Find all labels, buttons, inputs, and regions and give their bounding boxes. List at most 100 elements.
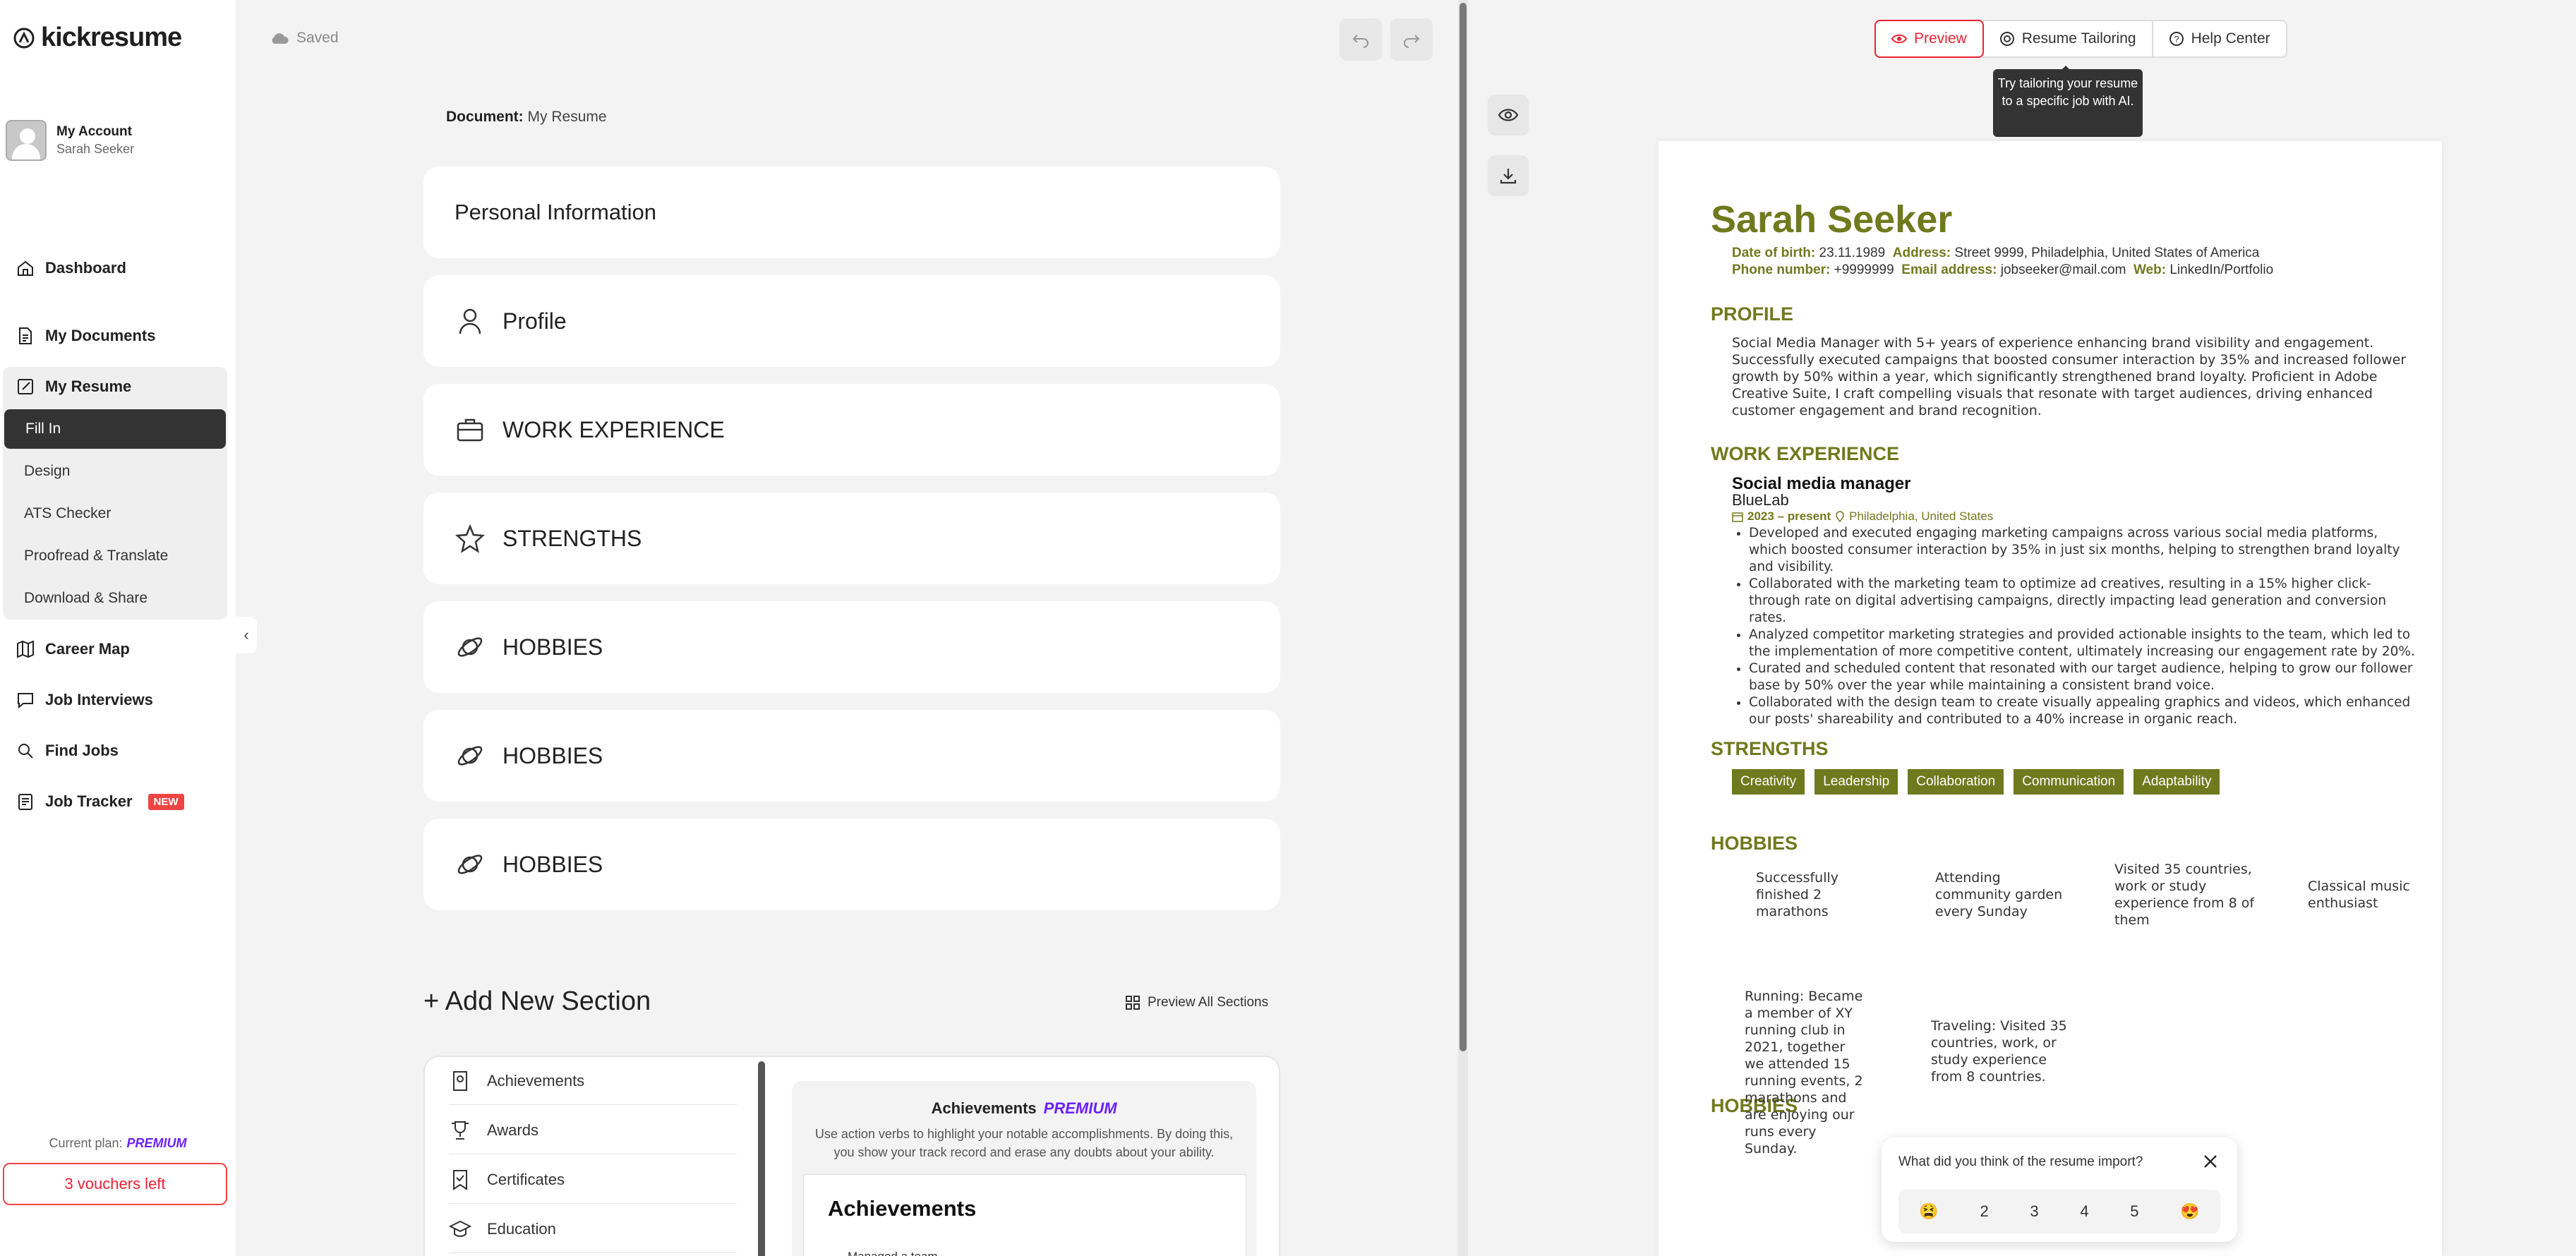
library-section-preview: Achievements PREMIUM Use action verbs to … [792, 1081, 1256, 1256]
rating-1-button[interactable]: 😫 [1919, 1202, 1938, 1221]
section-hobbies-2[interactable]: HOBBIES [423, 710, 1280, 802]
help-icon: ? [2169, 32, 2184, 46]
search-icon [18, 744, 33, 759]
rating-4-button[interactable]: 4 [2080, 1202, 2088, 1221]
email-label: Email address: [1901, 262, 1997, 277]
saved-label: Saved [296, 30, 339, 46]
premium-badge: PREMIUM [1043, 1099, 1117, 1117]
nav-career-map[interactable]: Career Map [3, 629, 227, 669]
library-item-label: Achievements [487, 1071, 585, 1089]
profile-heading: PROFILE [1711, 303, 1794, 325]
nav-find-jobs[interactable]: Find Jobs [3, 731, 227, 771]
eye-icon [1498, 109, 1519, 121]
section-hobbies-3[interactable]: HOBBIES [423, 819, 1280, 910]
calendar-icon [1732, 512, 1743, 522]
tab-resume-tailoring[interactable]: Resume Tailoring [1984, 21, 2153, 56]
planet-icon [457, 855, 483, 874]
preview-all-sections-button[interactable]: Preview All Sections [1125, 995, 1268, 1010]
strength-tag: Adaptability [2133, 769, 2220, 795]
tab-preview[interactable]: Preview [1874, 20, 1984, 58]
section-profile[interactable]: Profile [423, 275, 1280, 367]
nav-job-tracker[interactable]: Job Tracker NEW [3, 782, 227, 821]
document-icon [19, 327, 32, 344]
sub-download-share[interactable]: Download & Share [3, 579, 227, 618]
redo-button[interactable] [1390, 18, 1433, 61]
add-new-section-heading: + Add New Section [423, 986, 651, 1016]
collapse-sidebar-button[interactable]: ‹ [236, 617, 257, 653]
sub-ats-checker[interactable]: ATS Checker [3, 494, 227, 533]
hobby-item: Successfully finished 2 marathons [1756, 870, 1839, 919]
section-hobbies-1[interactable]: HOBBIES [423, 601, 1280, 693]
document-label: Document: My Resume [446, 109, 607, 126]
library-item-awards[interactable]: Awards [449, 1106, 737, 1154]
current-plan: Current plan: PREMIUM [0, 1136, 236, 1151]
job-bullet: Collaborated with the design team to cre… [1749, 694, 2416, 728]
account[interactable]: My Account Sarah Seeker [6, 120, 134, 161]
hobby-item-detailed: Running: Became a member of XY running c… [1745, 989, 1863, 1157]
rating-2-button[interactable]: 2 [1980, 1202, 1988, 1221]
job-bullet: Collaborated with the marketing team to … [1749, 576, 2416, 627]
logo[interactable]: kickresume [13, 23, 182, 53]
plan-label: Current plan: [49, 1136, 123, 1150]
tab-preview-label: Preview [1914, 30, 1967, 47]
saved-status: Saved [270, 30, 339, 47]
nav-my-resume[interactable]: My Resume [3, 367, 227, 406]
edit-document-icon [18, 379, 33, 394]
sub-fill-in[interactable]: Fill In [4, 409, 226, 449]
chat-icon [18, 693, 33, 709]
rating-5-button[interactable]: 5 [2130, 1202, 2138, 1221]
section-title: Personal Information [455, 200, 657, 224]
section-strengths[interactable]: STRENGTHS [423, 493, 1280, 584]
section-title: HOBBIES [502, 851, 603, 877]
section-title: HOBBIES [502, 634, 603, 660]
library-item-achievements[interactable]: Achievements [449, 1057, 737, 1105]
editor-scrollbar[interactable] [1459, 3, 1467, 1051]
cloud-icon [272, 33, 289, 44]
nav-my-documents[interactable]: My Documents [3, 316, 227, 356]
nav-dashboard[interactable]: Dashboard [3, 248, 227, 288]
job-bullets: Developed and executed engaging marketin… [1732, 525, 2416, 728]
job-dates: 2023 – present [1747, 509, 1831, 523]
planet-icon [457, 746, 483, 766]
section-title: HOBBIES [502, 742, 603, 768]
sub-proofread-translate[interactable]: Proofread & Translate [3, 536, 227, 576]
preview-sample-card: Achievements Managed a team... [803, 1174, 1246, 1256]
strength-tag: Collaboration [1908, 769, 2004, 795]
rating-6-button[interactable]: 😍 [2180, 1202, 2199, 1221]
rating-3-button[interactable]: 3 [2030, 1202, 2038, 1221]
nav-dashboard-label: Dashboard [45, 259, 126, 277]
section-library: Achievements Awards Certificates Educati… [423, 1056, 1280, 1256]
medal-icon [453, 1070, 467, 1091]
library-item-education[interactable]: Education [449, 1205, 737, 1253]
trophy-icon [452, 1121, 469, 1140]
tab-help-center[interactable]: ? Help Center [2153, 21, 2286, 56]
preview-all-label: Preview All Sections [1148, 995, 1269, 1010]
nav-job-interviews[interactable]: Job Interviews [3, 680, 227, 720]
section-title: WORK EXPERIENCE [502, 416, 725, 442]
document-label-prefix: Document: [446, 109, 524, 125]
library-scrollbar[interactable] [758, 1061, 765, 1256]
profile-text: Social Media Manager with 5+ years of ex… [1732, 335, 2407, 418]
download-button[interactable] [1488, 155, 1529, 196]
section-personal-information[interactable]: Personal Information [423, 167, 1280, 258]
vouchers-button[interactable]: 3 vouchers left [3, 1163, 227, 1205]
map-icon [17, 640, 34, 658]
toggle-preview-button[interactable] [1488, 95, 1529, 135]
preview-description: Use action verbs to highlight your notab… [814, 1127, 1234, 1159]
resume-meta-line-2: Phone number: +9999999 Email address: jo… [1732, 262, 2273, 278]
feedback-close-button[interactable] [2199, 1150, 2222, 1173]
redo-icon [1404, 35, 1420, 48]
avatar [6, 120, 47, 161]
feedback-scale: 😫 2 3 4 5 😍 [1898, 1190, 2220, 1233]
job-bullet: Curated and scheduled content that reson… [1749, 660, 2416, 694]
undo-button[interactable] [1340, 18, 1382, 61]
undo-icon [1352, 35, 1368, 48]
preview-tabs: Preview Resume Tailoring ? Help Center [1874, 20, 2287, 58]
library-item-certificates[interactable]: Certificates [449, 1156, 737, 1204]
section-work-experience[interactable]: WORK EXPERIENCE [423, 384, 1280, 476]
dob-label: Date of birth: [1732, 246, 1816, 260]
sample-card-title: Achievements [828, 1196, 977, 1221]
tracker-icon [18, 794, 32, 810]
sub-design[interactable]: Design [3, 452, 227, 491]
resume-meta-line-1: Date of birth: 23.11.1989 Address: Stree… [1732, 246, 2259, 261]
